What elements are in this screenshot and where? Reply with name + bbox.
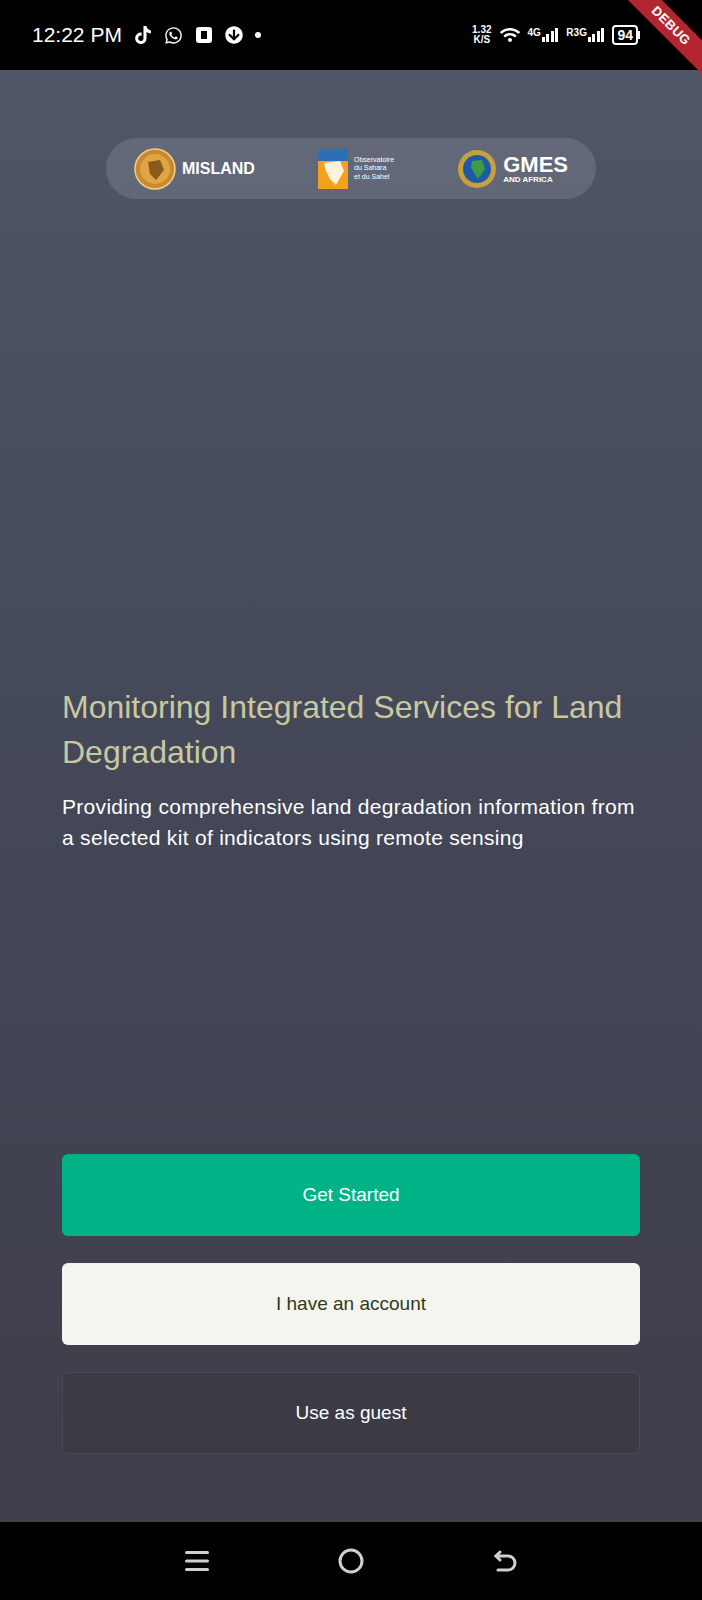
secondary-button[interactable]: I have an account: [62, 1263, 640, 1345]
ghost-button[interactable]: Use as guest: [62, 1372, 640, 1454]
action-buttons: Get Started I have an account Use as guest: [62, 1154, 640, 1522]
battery-icon: 94: [612, 25, 640, 45]
headline: Monitoring Integrated Services for Land …: [62, 685, 640, 775]
signal-2-icon: [588, 28, 605, 42]
download-icon: [225, 26, 243, 44]
whatsapp-icon: [164, 26, 183, 45]
battery-level: 94: [617, 28, 633, 42]
tiktok-icon: [134, 26, 152, 44]
status-bar: 12:22 PM 1.32K/S 4G R3G 94: [0, 0, 702, 70]
partner-logos: MISLAND Observatoiredu Saharaet du Sahel G…: [106, 138, 596, 199]
partner-logo: GMESAND AFRICA: [457, 149, 568, 189]
description: Providing comprehensive land degradation…: [62, 791, 640, 854]
home-icon[interactable]: [337, 1547, 365, 1575]
oss-logo-icon: [318, 149, 348, 189]
back-icon[interactable]: [491, 1547, 519, 1575]
app-notification-icon: [195, 26, 213, 44]
status-time: 12:22 PM: [32, 19, 122, 51]
gmes-logo-icon: [457, 149, 497, 189]
network-speed: 1.32K/S: [472, 25, 491, 45]
wifi-icon: [500, 26, 520, 44]
more-dot-icon: [255, 32, 261, 38]
welcome-background: MISLAND Observatoiredu Saharaet du Sahel G…: [0, 70, 702, 1522]
network-type-1: 4G: [528, 28, 541, 38]
misland-logo-icon: [134, 148, 176, 190]
signal-1-icon: [542, 28, 559, 42]
primary-button[interactable]: Get Started: [62, 1154, 640, 1236]
app-screen: 12:22 PM1.32K/S4GR3G94DEBUGMISLANDObserv…: [0, 0, 702, 1600]
navigation-bar: [0, 1522, 702, 1600]
partner-logo: MISLAND: [134, 148, 255, 190]
partner-logo: Observatoiredu Saharaet du Sahel: [318, 149, 394, 189]
network-type-2: R3G: [566, 28, 587, 38]
recent-apps-icon[interactable]: [183, 1548, 211, 1574]
